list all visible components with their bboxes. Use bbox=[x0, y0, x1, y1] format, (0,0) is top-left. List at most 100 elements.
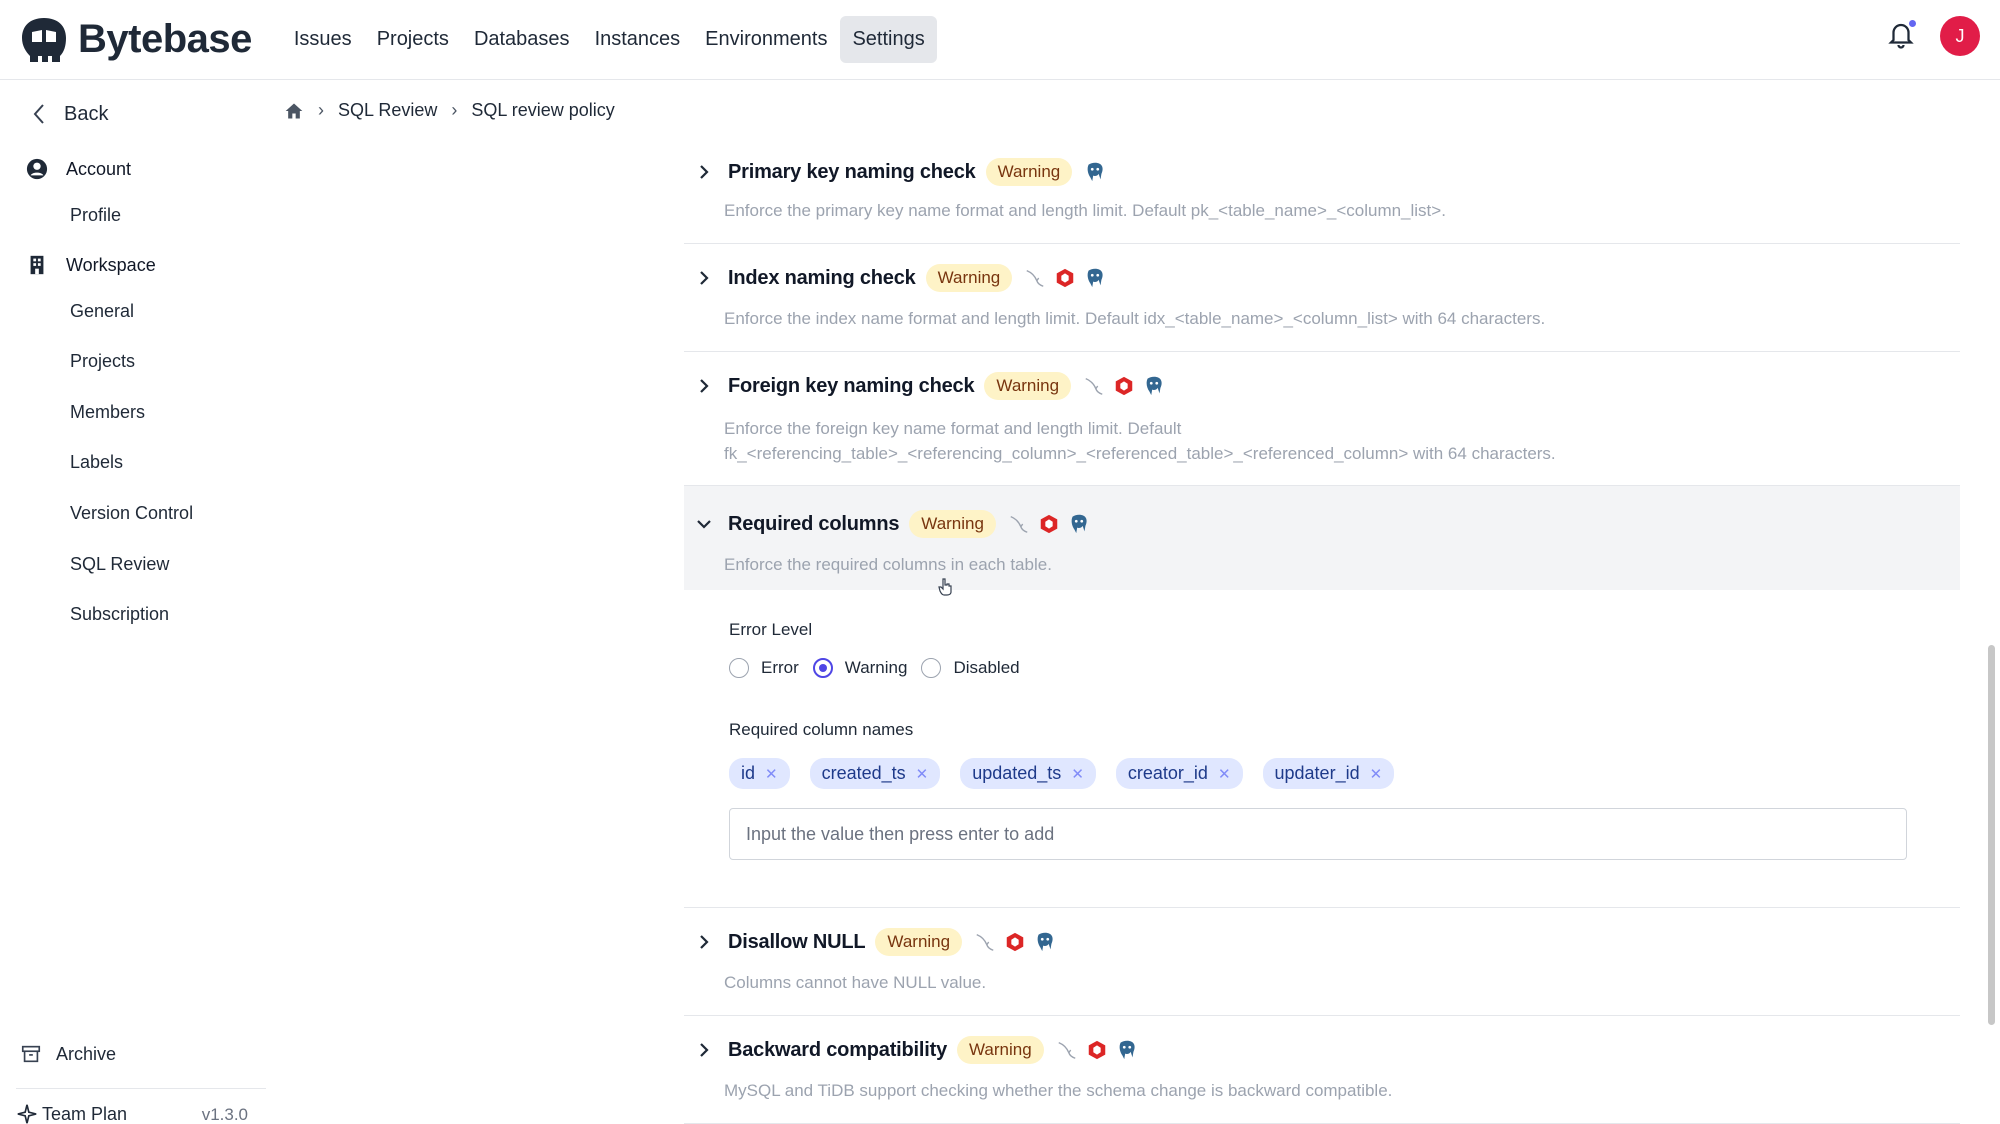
sidebar-section-workspace-label: Workspace bbox=[66, 254, 156, 275]
rule-item-expanded[interactable]: Required columns Warning Enforce the req… bbox=[684, 486, 1960, 590]
rule-header[interactable]: Primary key naming check Warning bbox=[694, 158, 1114, 186]
level-badge: Warning bbox=[957, 1036, 1044, 1064]
chevron-right-icon bbox=[700, 379, 709, 393]
level-badge: Warning bbox=[925, 264, 1013, 292]
postgresql-icon bbox=[1084, 161, 1106, 183]
breadcrumb-sql-review[interactable]: SQL Review bbox=[338, 100, 437, 121]
radio-disabled-label: Disabled bbox=[953, 658, 1020, 677]
level-badge: Warning bbox=[985, 158, 1073, 186]
plan-footer: Team Plan v1.3.0 bbox=[16, 1088, 266, 1124]
radio-warning-label: Warning bbox=[844, 658, 908, 677]
mysql-icon bbox=[974, 931, 996, 953]
column-name-input[interactable]: Input the value then press enter to add bbox=[729, 808, 1907, 860]
nav-databases[interactable]: Databases bbox=[462, 16, 582, 63]
rule-header[interactable]: Required columns Warning bbox=[694, 510, 1098, 538]
nav-instances[interactable]: Instances bbox=[583, 16, 693, 63]
rule-item[interactable]: Disallow NULL Warning Columns cannot hav… bbox=[684, 908, 1960, 1016]
close-icon[interactable]: ✕ bbox=[1071, 765, 1084, 783]
rule-title: Index naming check bbox=[728, 266, 916, 289]
rule-header[interactable]: Backward compatibility Warning bbox=[694, 1036, 1146, 1064]
sidebar-item-general[interactable]: General bbox=[70, 301, 134, 322]
top-header: Bytebase Issues Projects Databases Insta… bbox=[0, 0, 2000, 80]
rule-item[interactable]: Backward compatibility Warning MySQL and… bbox=[684, 1016, 1960, 1124]
engine-icons bbox=[974, 931, 1064, 953]
nav-projects[interactable]: Projects bbox=[365, 16, 461, 63]
engine-icons bbox=[1024, 267, 1114, 289]
engine-icons bbox=[1083, 375, 1173, 397]
level-badge: Warning bbox=[984, 372, 1072, 400]
sidebar-section-workspace: Workspace bbox=[26, 254, 156, 276]
tag-label: updater_id bbox=[1274, 763, 1360, 783]
mysql-icon bbox=[1083, 375, 1105, 397]
sidebar-item-archive[interactable]: Archive bbox=[20, 1043, 116, 1065]
close-icon[interactable]: ✕ bbox=[1370, 765, 1383, 783]
tag-label: created_ts bbox=[821, 763, 906, 783]
rule-config-panel: Error Level Error Warning Disabled Requi… bbox=[684, 590, 1960, 908]
scrollbar[interactable] bbox=[1988, 645, 1995, 1025]
sparkle-icon bbox=[17, 1104, 37, 1124]
chevron-left-icon bbox=[33, 104, 44, 124]
postgresql-icon bbox=[1034, 931, 1056, 953]
radio-circle bbox=[921, 658, 942, 678]
rule-header[interactable]: Disallow NULL Warning bbox=[694, 928, 1064, 956]
header-actions: J bbox=[1886, 16, 1980, 56]
column-tag: id ✕ bbox=[729, 758, 790, 789]
rule-title: Required columns bbox=[728, 512, 900, 535]
tag-label: updated_ts bbox=[972, 763, 1062, 783]
sidebar-item-subscription[interactable]: Subscription bbox=[70, 604, 169, 625]
bytebase-logo[interactable]: Bytebase bbox=[18, 16, 252, 64]
oracle-icon bbox=[1038, 513, 1060, 535]
plan-label[interactable]: Team Plan bbox=[42, 1104, 127, 1124]
postgresql-icon bbox=[1084, 267, 1106, 289]
sidebar-section-account-label: Account bbox=[66, 158, 132, 179]
close-icon[interactable]: ✕ bbox=[765, 765, 778, 783]
column-tags: id ✕ created_ts ✕ updated_ts ✕ creator_id ✕ … bbox=[729, 758, 1414, 789]
sidebar-item-projects[interactable]: Projects bbox=[70, 351, 135, 372]
avatar[interactable]: J bbox=[1940, 16, 1980, 56]
close-icon[interactable]: ✕ bbox=[1218, 765, 1231, 783]
rule-description: Enforce the index name format and length… bbox=[724, 309, 1546, 328]
rule-header[interactable]: Foreign key naming check Warning bbox=[694, 372, 1173, 400]
radio-warning[interactable]: Warning bbox=[812, 658, 908, 678]
column-tag: updater_id ✕ bbox=[1262, 758, 1395, 789]
back-button[interactable]: Back bbox=[30, 102, 108, 126]
required-columns-label: Required column names bbox=[729, 720, 914, 739]
column-tag: creator_id ✕ bbox=[1115, 758, 1243, 789]
radio-error[interactable]: Error bbox=[729, 658, 799, 678]
home-icon[interactable] bbox=[284, 101, 304, 121]
radio-circle-checked bbox=[812, 658, 833, 678]
sidebar-item-version-control[interactable]: Version Control bbox=[70, 503, 193, 524]
notification-button[interactable] bbox=[1886, 18, 1918, 52]
bytebase-logo-icon bbox=[22, 17, 66, 62]
nav-environments[interactable]: Environments bbox=[693, 16, 839, 63]
radio-circle bbox=[729, 658, 749, 678]
engine-icons bbox=[1056, 1039, 1146, 1061]
postgresql-icon bbox=[1143, 375, 1165, 397]
rule-description: Enforce the required columns in each tab… bbox=[724, 555, 1052, 574]
tag-label: creator_id bbox=[1127, 763, 1208, 783]
radio-disabled[interactable]: Disabled bbox=[921, 658, 1020, 678]
chevron-right-icon bbox=[700, 1043, 709, 1057]
sidebar-item-members[interactable]: Members bbox=[70, 402, 145, 423]
rule-item[interactable]: Primary key naming check Warning Enforce… bbox=[684, 144, 1960, 244]
oracle-icon bbox=[1004, 931, 1026, 953]
rule-description-cont: fk_<referencing_table>_<referencing_colu… bbox=[724, 444, 1556, 463]
rule-description: Enforce the foreign key name format and … bbox=[724, 419, 1182, 438]
level-badge: Warning bbox=[875, 928, 963, 956]
sidebar-item-profile[interactable]: Profile bbox=[70, 205, 121, 226]
main-nav: Issues Projects Databases Instances Envi… bbox=[282, 16, 938, 63]
rule-header[interactable]: Index naming check Warning bbox=[694, 264, 1114, 292]
nav-issues[interactable]: Issues bbox=[282, 16, 364, 63]
close-icon[interactable]: ✕ bbox=[916, 765, 929, 783]
sidebar-item-sql-review[interactable]: SQL Review bbox=[70, 554, 169, 575]
oracle-icon bbox=[1054, 267, 1076, 289]
mysql-icon bbox=[1024, 267, 1046, 289]
rule-title: Primary key naming check bbox=[728, 160, 976, 183]
breadcrumb-current: SQL review policy bbox=[471, 100, 615, 120]
sidebar-item-labels[interactable]: Labels bbox=[70, 452, 123, 473]
tag-label: id bbox=[741, 763, 756, 783]
mysql-icon bbox=[1008, 513, 1030, 535]
rule-item[interactable]: Index naming check Warning Enforce the i… bbox=[684, 244, 1960, 352]
nav-settings[interactable]: Settings bbox=[840, 16, 937, 63]
rule-item[interactable]: Foreign key naming check Warning Enforce… bbox=[684, 352, 1960, 486]
